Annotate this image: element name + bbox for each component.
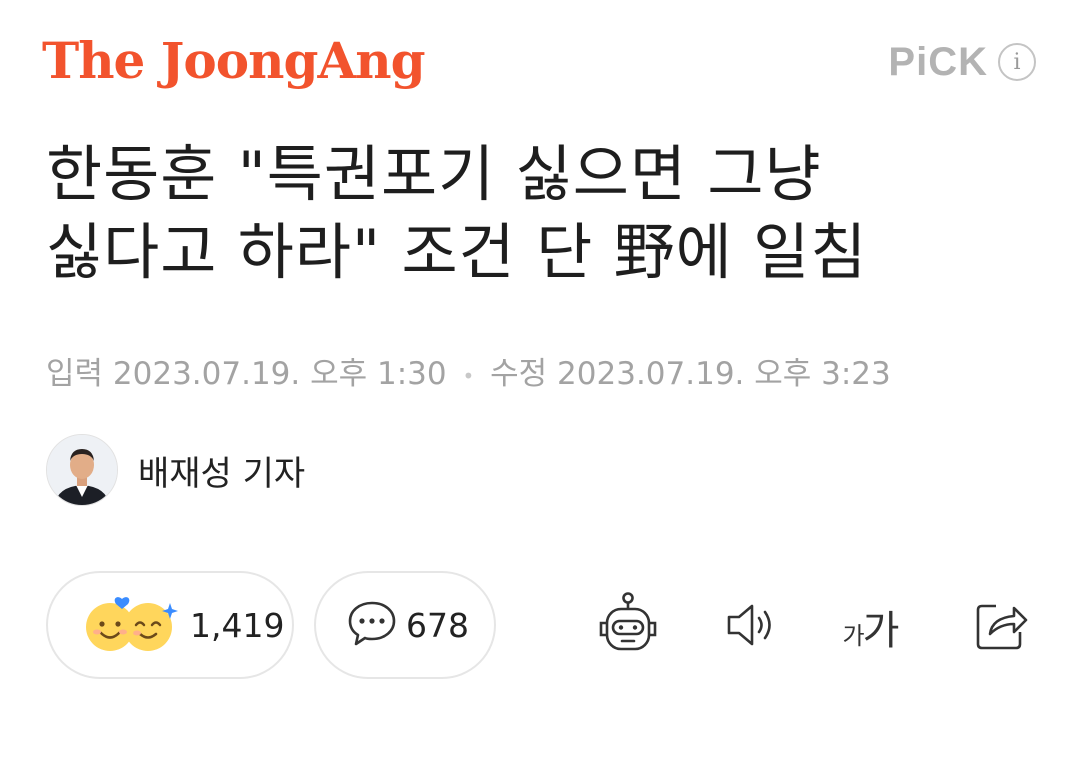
reaction-button[interactable]: 1,419: [46, 571, 294, 679]
publisher-logo[interactable]: The JoongAng: [42, 26, 426, 96]
share-button[interactable]: [966, 592, 1036, 662]
published-date: 2023.07.19. 오후 1:30: [112, 356, 447, 392]
robot-summary-icon: [594, 591, 662, 663]
article-title: 한동훈 "특권포기 싫으면 그냥 싫다고 하라" 조건 단 野에 일침: [46, 136, 1036, 292]
comment-button[interactable]: 678: [314, 571, 496, 679]
reaction-icon: [78, 595, 182, 655]
font-size-small-glyph: 가: [842, 622, 865, 650]
author-byline[interactable]: 배재성 기자: [46, 434, 305, 506]
font-size-large-glyph: 가: [862, 608, 900, 654]
title-line-1: 한동훈 "특권포기 싫으면 그냥: [46, 139, 822, 210]
comment-icon: [346, 597, 398, 653]
author-avatar[interactable]: [46, 434, 118, 506]
share-icon: [970, 594, 1032, 660]
font-size-icon: 가가: [842, 598, 900, 656]
published-label: 입력: [46, 356, 104, 392]
info-icon[interactable]: i: [998, 43, 1036, 81]
modified-date: 2023.07.19. 오후 3:23: [557, 356, 891, 392]
reaction-count: 1,419: [190, 605, 285, 645]
text-to-speech-button[interactable]: [715, 592, 785, 662]
font-size-button[interactable]: 가가: [835, 592, 905, 662]
pick-label: PiCK: [888, 40, 988, 84]
summary-button[interactable]: [593, 592, 663, 662]
title-line-2: 싫다고 하라" 조건 단 野에 일침: [46, 217, 868, 288]
modified-label: 수정: [490, 356, 548, 392]
pick-badge[interactable]: PiCK i: [888, 40, 1036, 84]
meta-separator: •: [462, 363, 475, 388]
article-timestamps: 입력 2023.07.19. 오후 1:30 • 수정 2023.07.19. …: [46, 354, 891, 396]
author-name[interactable]: 배재성 기자: [138, 446, 305, 495]
speaker-icon: [719, 594, 781, 660]
comment-count: 678: [406, 605, 469, 645]
article-header: The JoongAng PiCK i: [0, 0, 1080, 120]
